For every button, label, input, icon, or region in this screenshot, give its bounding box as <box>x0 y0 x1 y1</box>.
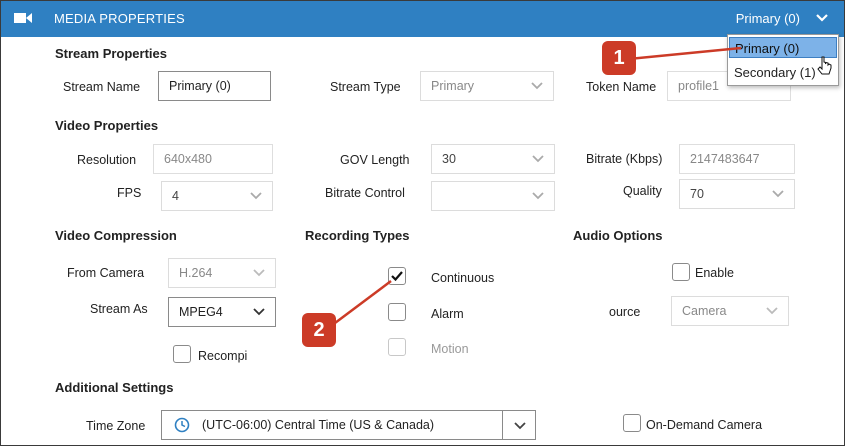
continuous-checkbox[interactable] <box>388 267 406 285</box>
continuous-label: Continuous <box>431 271 495 285</box>
time-zone-select[interactable]: (UTC-06:00) Central Time (US & Canada) <box>161 410 503 440</box>
recording-types-heading: Recording Types <box>305 228 410 243</box>
callout-arrow-2 <box>334 280 392 324</box>
motion-checkbox[interactable] <box>388 338 406 356</box>
stream-type-select[interactable]: Primary <box>420 71 554 101</box>
gov-length-select[interactable]: 30 <box>431 144 555 174</box>
token-name-label: Token Name <box>586 80 657 94</box>
alarm-checkbox[interactable] <box>388 303 406 321</box>
chevron-down-icon[interactable] <box>816 13 828 23</box>
video-compression-heading: Video Compression <box>55 228 177 243</box>
bitrate-control-label: Bitrate Control <box>325 186 405 200</box>
panel-title: MEDIA PROPERTIES <box>54 11 185 26</box>
additional-settings-heading: Additional Settings <box>55 380 174 395</box>
recompress-checkbox[interactable] <box>173 345 191 363</box>
quality-label: Quality <box>623 184 662 198</box>
mouse-cursor-icon <box>817 56 832 75</box>
audio-source-value: Camera <box>682 304 727 318</box>
bitrate-control-select[interactable] <box>431 181 555 211</box>
audio-options-heading: Audio Options <box>573 228 663 243</box>
stream-as-value: MPEG4 <box>179 305 223 319</box>
video-properties-heading: Video Properties <box>55 118 159 133</box>
stream-name-input[interactable]: Primary (0) <box>158 71 271 101</box>
title-bar: MEDIA PROPERTIES Primary (0) <box>1 1 844 37</box>
time-zone-value: (UTC-06:00) Central Time (US & Canada) <box>202 418 435 432</box>
from-camera-value: H.264 <box>179 266 213 280</box>
video-camera-icon <box>14 13 32 23</box>
media-properties-panel: MEDIA PROPERTIES Primary (0) Stream Prop… <box>0 0 845 446</box>
stream-type-label: Stream Type <box>330 80 401 94</box>
audio-enable-checkbox[interactable] <box>672 263 690 281</box>
chevron-down-icon <box>532 192 544 200</box>
resolution-input[interactable]: 640x480 <box>153 144 273 174</box>
audio-source-select[interactable]: Camera <box>671 296 789 326</box>
callout-arrow-1 <box>618 46 742 62</box>
chevron-down-icon <box>514 422 526 430</box>
on-demand-camera-checkbox[interactable] <box>623 414 641 432</box>
chevron-down-icon <box>250 192 262 200</box>
stream-selector-value[interactable]: Primary (0) <box>736 11 800 26</box>
quality-value: 70 <box>690 187 704 201</box>
fps-value: 4 <box>172 189 179 203</box>
time-zone-label: Time Zone <box>86 419 146 433</box>
audio-enable-label: Enable <box>695 266 734 280</box>
time-zone-dropdown-button[interactable] <box>502 410 536 440</box>
chevron-down-icon <box>531 82 543 90</box>
chevron-down-icon <box>772 190 784 198</box>
chevron-down-icon <box>766 307 778 315</box>
chevron-down-icon <box>532 155 544 163</box>
audio-source-label: ource <box>609 305 641 319</box>
bitrate-input[interactable]: 2147483647 <box>679 144 795 174</box>
gov-length-value: 30 <box>442 152 456 166</box>
stream-name-label: Stream Name <box>63 80 141 94</box>
check-icon <box>391 271 403 282</box>
recompress-label: Recompi <box>198 349 248 363</box>
stream-properties-heading: Stream Properties <box>55 46 167 61</box>
resolution-label: Resolution <box>77 153 137 167</box>
motion-label: Motion <box>431 342 469 356</box>
callout-badge-2: 2 <box>302 313 336 347</box>
stream-as-label: Stream As <box>90 302 148 316</box>
quality-select[interactable]: 70 <box>679 179 795 209</box>
from-camera-select[interactable]: H.264 <box>168 258 276 288</box>
fps-select[interactable]: 4 <box>161 181 273 211</box>
callout-badge-1: 1 <box>602 41 636 75</box>
chevron-down-icon <box>253 308 265 316</box>
chevron-down-icon <box>253 269 265 277</box>
stream-type-value: Primary <box>431 79 475 93</box>
alarm-label: Alarm <box>431 307 464 321</box>
dropdown-option-primary[interactable]: Primary (0) <box>729 37 837 58</box>
on-demand-camera-label: On-Demand Camera <box>646 418 763 432</box>
clock-icon <box>174 417 190 433</box>
bitrate-label: Bitrate (Kbps) <box>586 152 663 166</box>
stream-as-select[interactable]: MPEG4 <box>168 297 276 327</box>
from-camera-label: From Camera <box>67 266 145 280</box>
gov-length-label: GOV Length <box>340 153 410 167</box>
fps-label: FPS <box>117 186 142 200</box>
